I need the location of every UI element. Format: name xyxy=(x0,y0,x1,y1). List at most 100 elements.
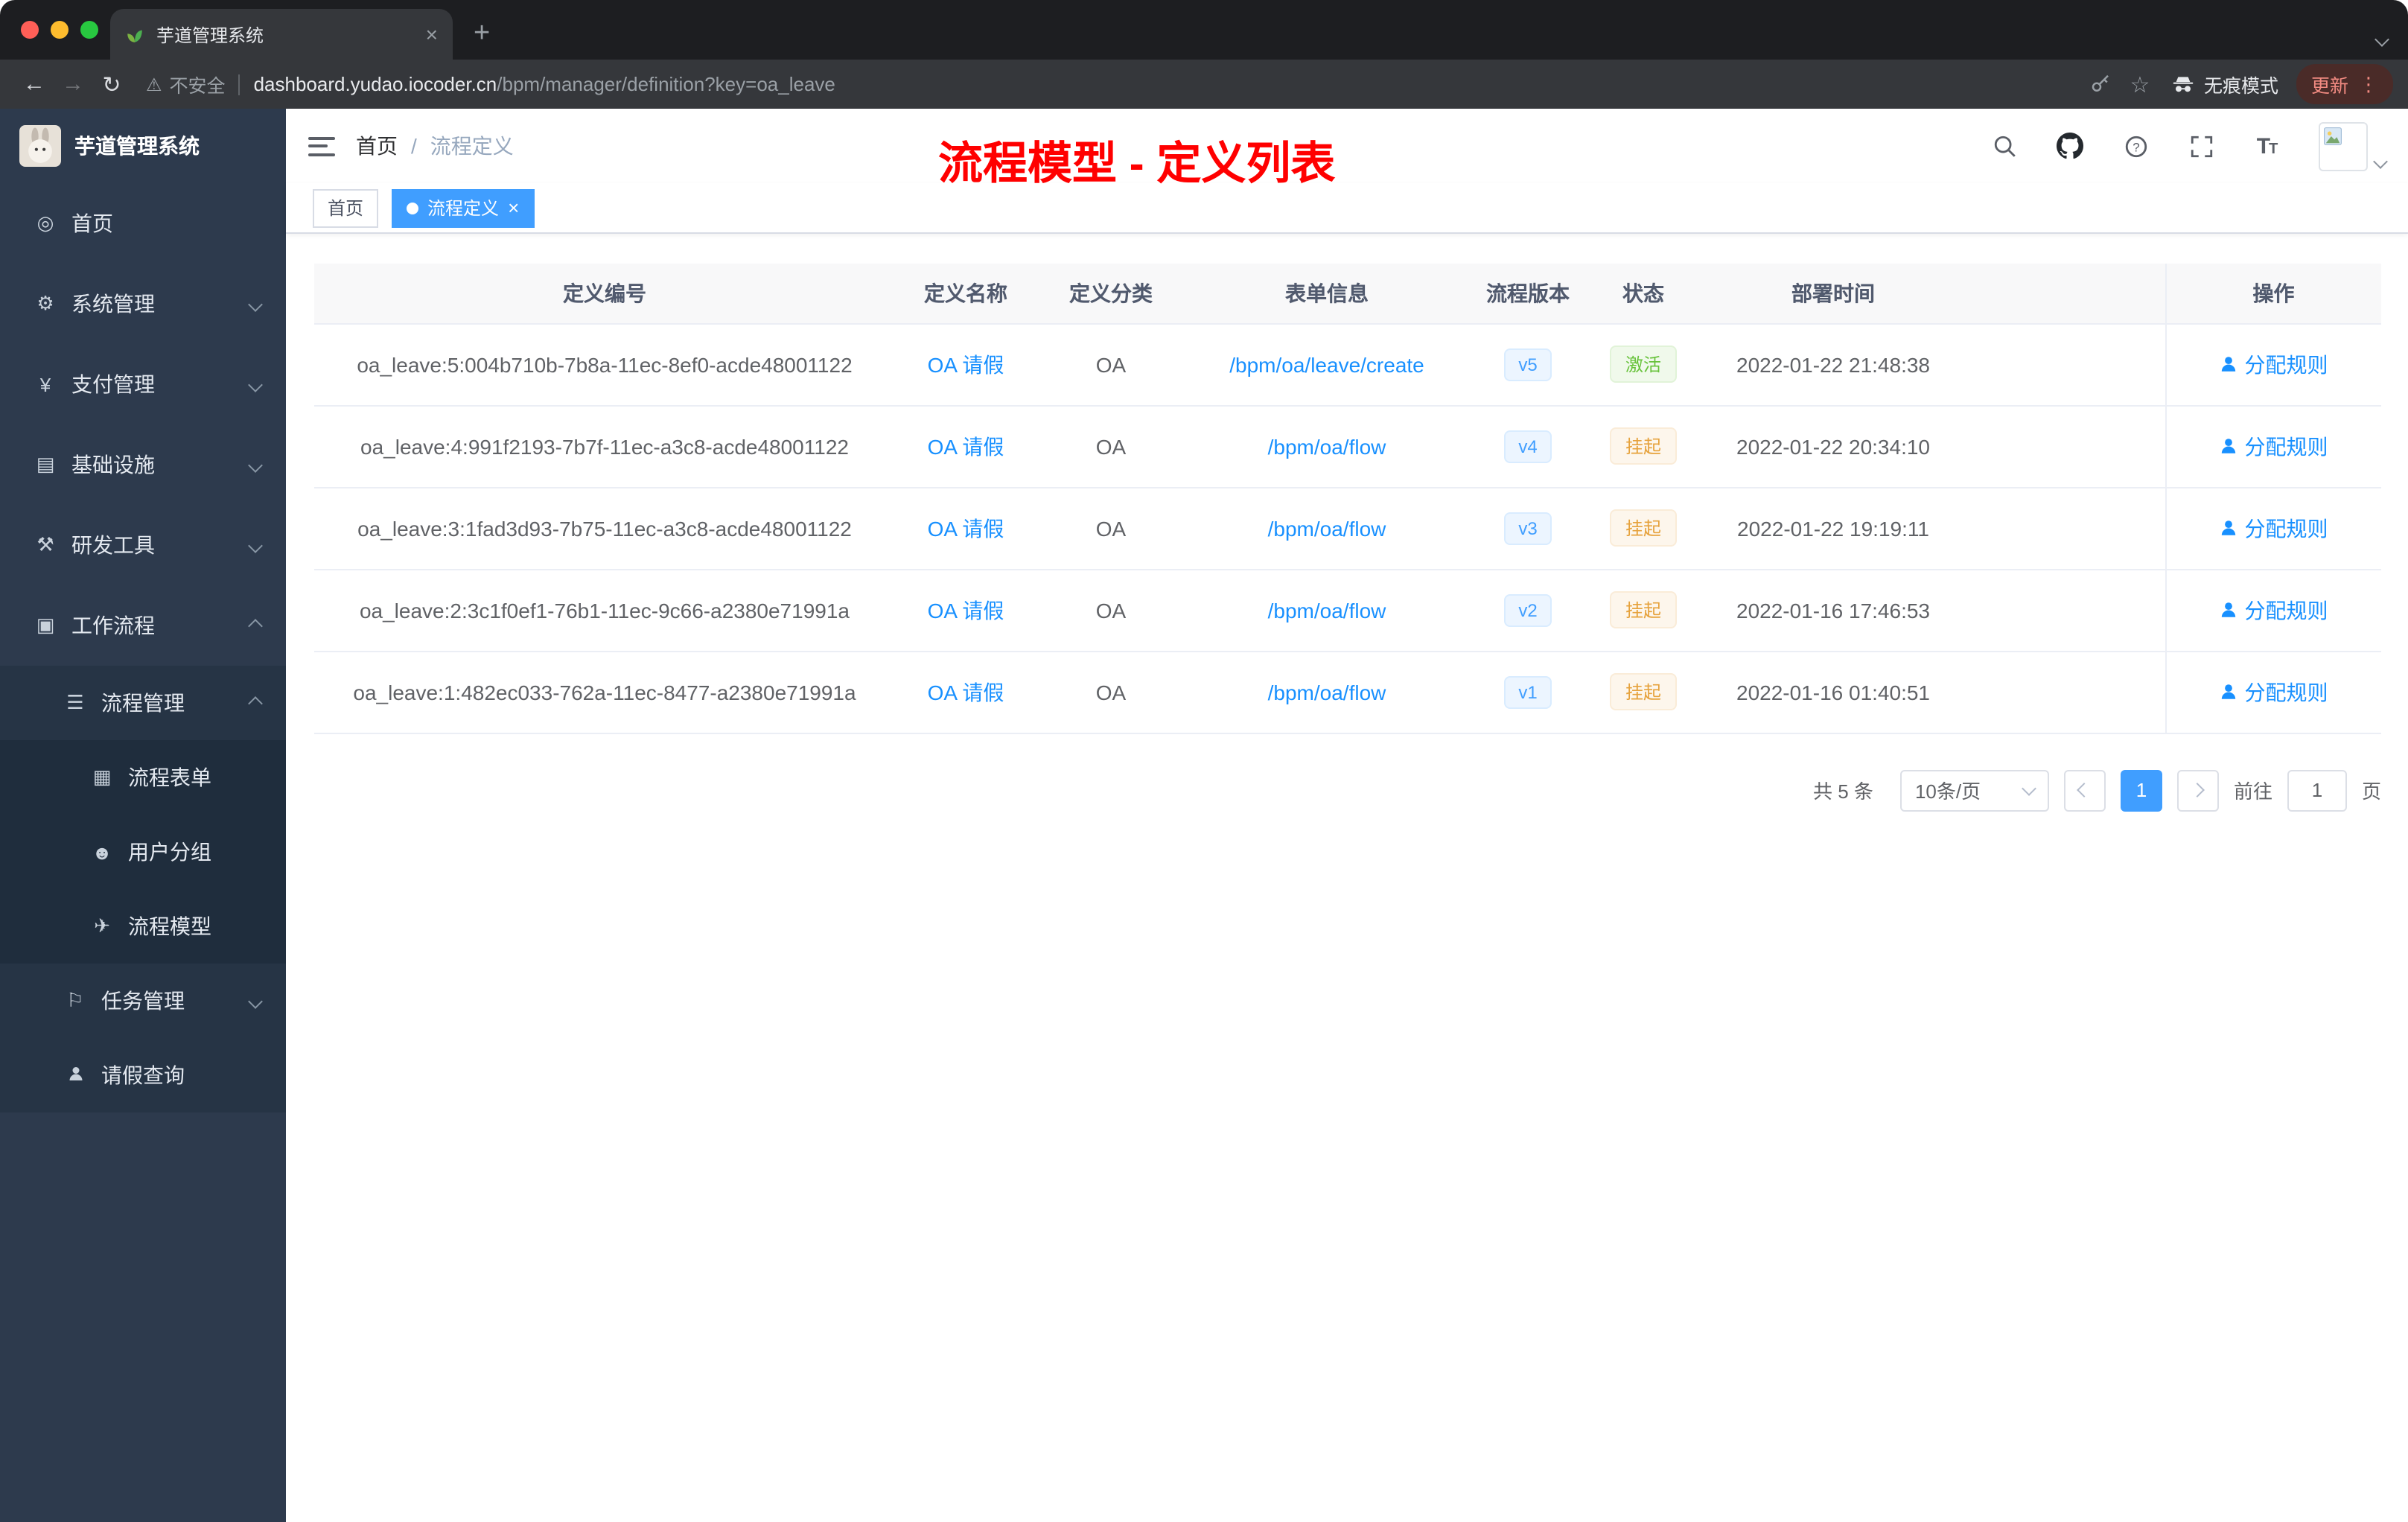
minimize-window-button[interactable] xyxy=(51,21,69,39)
definition-name-link[interactable]: OA 请假 xyxy=(928,680,1004,704)
password-key-icon[interactable] xyxy=(2082,65,2121,104)
zoom-window-button[interactable] xyxy=(80,21,98,39)
cell-definition-id: oa_leave:4:991f2193-7b7f-11ec-a3c8-acde4… xyxy=(314,405,895,488)
next-page-button[interactable] xyxy=(2176,769,2219,811)
sidebar-item-label: 研发工具 xyxy=(71,533,155,557)
tab-search-icon[interactable] xyxy=(2374,25,2389,52)
sidebar-item-process-form[interactable]: ▦ 流程表单 xyxy=(0,740,286,815)
bookmark-star-icon[interactable]: ☆ xyxy=(2121,65,2159,104)
avatar xyxy=(2319,121,2368,171)
flag-icon: ⚐ xyxy=(66,989,84,1011)
definition-name-link[interactable]: OA 请假 xyxy=(928,516,1004,540)
cell-operations: 分配规则 xyxy=(2165,569,2381,652)
form-link[interactable]: /bpm/oa/leave/create xyxy=(1229,352,1424,376)
header-status: 状态 xyxy=(1587,264,1699,324)
page-size-select[interactable]: 10条/页 xyxy=(1899,769,2049,811)
annotation-title: 流程模型 - 定义列表 xyxy=(938,140,1336,189)
definition-name-link[interactable]: OA 请假 xyxy=(928,598,1004,622)
assign-rule-link[interactable]: 分配规则 xyxy=(2220,513,2328,543)
assign-rule-link[interactable]: 分配规则 xyxy=(2220,677,2328,707)
version-badge: v5 xyxy=(1503,348,1552,380)
sidebar-item-label: 用户分组 xyxy=(128,840,211,864)
prev-page-button[interactable] xyxy=(2063,769,2106,811)
chevron-down-icon xyxy=(248,457,263,472)
browser-tab-strip: 芋道管理系统 × + xyxy=(0,0,2408,60)
help-icon[interactable]: ? xyxy=(2113,124,2158,168)
search-icon[interactable] xyxy=(1982,124,2027,168)
url-path: /bpm/manager/definition?key=oa_leave xyxy=(497,73,835,95)
back-icon[interactable]: ← xyxy=(15,65,54,104)
close-window-button[interactable] xyxy=(21,21,39,39)
security-indicator[interactable]: ⚠ 不安全 xyxy=(146,70,226,98)
cell-process-version: v3 xyxy=(1468,487,1587,570)
cell-spacer xyxy=(1967,323,2165,406)
tab-close-icon[interactable]: × xyxy=(426,22,438,46)
sidebar-item-task-management[interactable]: ⚐ 任务管理 xyxy=(0,964,286,1038)
form-link[interactable]: /bpm/oa/flow xyxy=(1268,598,1386,622)
sidebar-item-payment-management[interactable]: ¥ 支付管理 xyxy=(0,344,286,424)
table-row: oa_leave:3:1fad3d93-7b75-11ec-a3c8-acde4… xyxy=(314,487,2381,570)
person-icon xyxy=(2222,684,2236,699)
definition-name-link[interactable]: OA 请假 xyxy=(928,352,1004,376)
sidebar-item-user-group[interactable]: ☻ 用户分组 xyxy=(0,815,286,889)
address-bar[interactable]: dashboard.yudao.iocoder.cn/bpm/manager/d… xyxy=(254,73,835,95)
cell-definition-category: OA xyxy=(1036,487,1185,570)
send-icon: ✈ xyxy=(94,914,110,937)
user-menu[interactable] xyxy=(2319,121,2388,171)
sidebar-item-label: 流程模型 xyxy=(128,914,211,938)
github-icon[interactable] xyxy=(2048,124,2092,168)
assign-rule-link[interactable]: 分配规则 xyxy=(2220,431,2328,461)
font-size-icon[interactable]: TT xyxy=(2244,124,2289,168)
cell-definition-id: oa_leave:5:004b710b-7b8a-11ec-8ef0-acde4… xyxy=(314,323,895,406)
sidebar-item-workflow[interactable]: ▣ 工作流程 xyxy=(0,585,286,666)
cell-definition-name: OA 请假 xyxy=(895,651,1036,733)
definition-name-link[interactable]: OA 请假 xyxy=(928,434,1004,458)
browser-menu-icon[interactable]: ⋮ xyxy=(2359,74,2378,94)
assign-rule-link[interactable]: 分配规则 xyxy=(2220,595,2328,625)
hamburger-icon[interactable] xyxy=(308,136,335,156)
update-chip[interactable]: 更新 ⋮ xyxy=(2296,64,2393,104)
sidebar-item-process-management[interactable]: ☰ 流程管理 xyxy=(0,666,286,740)
person-icon xyxy=(2222,602,2236,617)
sidebar-item-label: 流程表单 xyxy=(128,765,211,789)
cell-status: 挂起 xyxy=(1587,569,1699,652)
sidebar-item-home[interactable]: ◎ 首页 xyxy=(0,183,286,264)
sidebar-item-label: 系统管理 xyxy=(71,292,155,316)
app-logo-row[interactable]: 芋道管理系统 xyxy=(0,109,286,183)
tag-close-icon[interactable]: × xyxy=(508,198,519,217)
cell-deploy-time: 2022-01-22 20:34:10 xyxy=(1699,405,1967,488)
assign-rule-link[interactable]: 分配规则 xyxy=(2220,349,2328,379)
browser-tab[interactable]: 芋道管理系统 × xyxy=(110,9,453,60)
incognito-badge: 无痕模式 xyxy=(2171,70,2278,98)
form-link[interactable]: /bpm/oa/flow xyxy=(1268,680,1386,704)
tools-icon: ⚒ xyxy=(36,533,54,555)
page-number-button[interactable]: 1 xyxy=(2120,769,2162,811)
breadcrumb-home[interactable]: 首页 xyxy=(356,131,398,161)
tag-home[interactable]: 首页 xyxy=(313,188,379,227)
sidebar: 芋道管理系统 ◎ 首页 ⚙ 系统管理 ¥ 支付管理 ▤ 基础设施 ⚒ 研发工具 … xyxy=(0,109,286,1522)
status-badge: 挂起 xyxy=(1610,591,1676,628)
tab-favicon-icon xyxy=(125,25,144,44)
form-link[interactable]: /bpm/oa/flow xyxy=(1268,434,1386,458)
cell-deploy-time: 2022-01-16 17:46:53 xyxy=(1699,569,1967,652)
fullscreen-icon[interactable] xyxy=(2179,124,2223,168)
forward-icon[interactable]: → xyxy=(54,65,92,104)
reload-icon[interactable]: ↻ xyxy=(92,65,131,104)
cell-process-version: v5 xyxy=(1468,323,1587,406)
cell-process-version: v1 xyxy=(1468,651,1587,733)
sidebar-item-infrastructure[interactable]: ▤ 基础设施 xyxy=(0,424,286,505)
new-tab-button[interactable]: + xyxy=(474,19,490,48)
cell-spacer xyxy=(1967,487,2165,570)
sidebar-item-dev-tools[interactable]: ⚒ 研发工具 xyxy=(0,505,286,585)
tag-process-definition[interactable]: 流程定义 × xyxy=(392,188,535,227)
goto-label: 前往 xyxy=(2233,780,2272,803)
header-operations: 操作 xyxy=(2165,264,2381,324)
goto-page-input[interactable] xyxy=(2287,769,2347,811)
sidebar-item-leave-query[interactable]: 请假查询 xyxy=(0,1038,286,1112)
form-link[interactable]: /bpm/oa/flow xyxy=(1268,516,1386,540)
cell-definition-category: OA xyxy=(1036,405,1185,488)
assign-rule-label: 分配规则 xyxy=(2244,352,2328,376)
sidebar-item-process-model[interactable]: ✈ 流程模型 xyxy=(0,889,286,964)
sidebar-item-system-management[interactable]: ⚙ 系统管理 xyxy=(0,264,286,344)
header-process-version: 流程版本 xyxy=(1468,264,1587,324)
